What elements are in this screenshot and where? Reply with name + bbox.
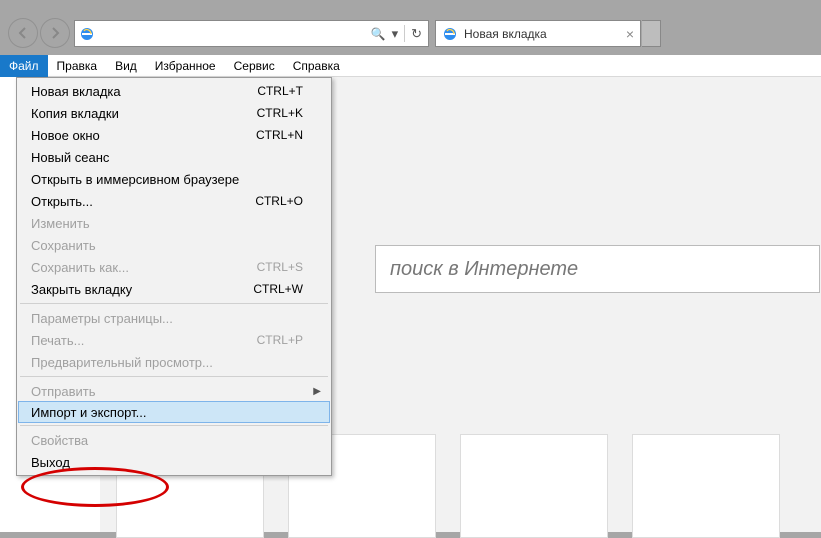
menu-entry-label: Новый сеанс (31, 150, 109, 165)
menu-entry-label: Открыть в иммерсивном браузере (31, 172, 239, 187)
search-placeholder: поиск в Интернете (390, 258, 578, 281)
menu-entry-label: Импорт и экспорт... (31, 405, 146, 420)
tab-title: Новая вкладка (464, 27, 547, 41)
menu-entry: Изменить (19, 212, 329, 234)
menu-entry[interactable]: Новая вкладка CTRL+T (19, 80, 329, 102)
menu-entry-label: Свойства (31, 433, 88, 448)
menu-entry-label: Закрыть вкладку (31, 282, 132, 297)
search-icon[interactable]: 🔍 (371, 27, 386, 41)
menu-entry-label: Параметры страницы... (31, 311, 173, 326)
menu-entry: Сохранить (19, 234, 329, 256)
separator (404, 25, 405, 42)
nav-buttons (8, 18, 70, 48)
menu-entry-shortcut: CTRL+W (253, 282, 303, 296)
menu-entry-label: Предварительный просмотр... (31, 355, 213, 370)
menu-entry-label: Открыть... (31, 194, 93, 209)
menu-item-вид[interactable]: Вид (106, 55, 146, 77)
dropdown-icon[interactable]: ▾ (392, 26, 399, 42)
menu-entry: Параметры страницы... (19, 307, 329, 329)
menu-entry[interactable]: Новое окно CTRL+N (19, 124, 329, 146)
menu-entry-label: Сохранить (31, 238, 96, 253)
menu-entry-label: Новое окно (31, 128, 100, 143)
menu-item-сервис[interactable]: Сервис (225, 55, 284, 77)
menu-entry-shortcut: CTRL+O (255, 194, 303, 208)
menu-entry-label: Копия вкладки (31, 106, 119, 121)
back-button[interactable] (8, 18, 38, 48)
menu-entry: Предварительный просмотр... (19, 351, 329, 373)
menu-entry-shortcut: CTRL+N (256, 128, 303, 142)
menu-entry-label: Новая вкладка (31, 84, 121, 99)
menu-entry-shortcut: CTRL+T (257, 84, 303, 98)
menu-separator (20, 425, 328, 426)
menu-entry: Печать... CTRL+P (19, 329, 329, 351)
menu-entry[interactable]: Открыть... CTRL+O (19, 190, 329, 212)
menu-entry-label: Отправить (31, 384, 95, 399)
site-thumbnail[interactable] (460, 434, 608, 538)
menu-entry: Отправить ▶ (19, 380, 329, 402)
new-tab-button[interactable] (642, 20, 661, 47)
menu-bar: ФайлПравкаВидИзбранноеСервисСправка (0, 55, 821, 77)
browser-tab[interactable]: Новая вкладка × (435, 20, 641, 47)
browser-chrome: 🔍 ▾ ↻ Новая вкладка × (0, 0, 821, 55)
chevron-right-icon: ▶ (313, 386, 321, 397)
menu-entry[interactable]: Закрыть вкладку CTRL+W (19, 278, 329, 300)
menu-entry[interactable]: Импорт и экспорт... (18, 401, 330, 423)
menu-entry[interactable]: Выход (19, 451, 329, 473)
menu-entry[interactable]: Копия вкладки CTRL+K (19, 102, 329, 124)
address-bar[interactable]: 🔍 ▾ ↻ (74, 20, 429, 47)
menu-entry-shortcut: CTRL+K (257, 106, 303, 120)
menu-entry: Свойства (19, 429, 329, 451)
forward-button[interactable] (40, 18, 70, 48)
refresh-icon[interactable]: ↻ (411, 26, 422, 42)
menu-entry-label: Выход (31, 455, 70, 470)
ie-icon (442, 26, 458, 42)
file-menu-dropdown: Новая вкладка CTRL+T Копия вкладки CTRL+K Но… (16, 77, 332, 476)
menu-item-файл[interactable]: Файл (0, 55, 48, 77)
ie-icon (79, 26, 95, 42)
menu-item-правка[interactable]: Правка (48, 55, 107, 77)
site-thumbnail[interactable] (632, 434, 780, 538)
menu-entry-label: Печать... (31, 333, 84, 348)
close-icon[interactable]: × (626, 26, 634, 42)
menu-entry[interactable]: Новый сеанс (19, 146, 329, 168)
address-controls: 🔍 ▾ ↻ (371, 25, 428, 42)
menu-entry-label: Сохранить как... (31, 260, 129, 275)
menu-entry-shortcut: CTRL+S (257, 260, 303, 274)
menu-entry[interactable]: Открыть в иммерсивном браузере (19, 168, 329, 190)
menu-item-избранное[interactable]: Избранное (146, 55, 225, 77)
menu-separator (20, 376, 328, 377)
search-input[interactable]: поиск в Интернете (375, 245, 820, 293)
menu-item-справка[interactable]: Справка (284, 55, 349, 77)
menu-entry-label: Изменить (31, 216, 90, 231)
menu-entry: Сохранить как... CTRL+S (19, 256, 329, 278)
menu-separator (20, 303, 328, 304)
menu-entry-shortcut: CTRL+P (257, 333, 303, 347)
